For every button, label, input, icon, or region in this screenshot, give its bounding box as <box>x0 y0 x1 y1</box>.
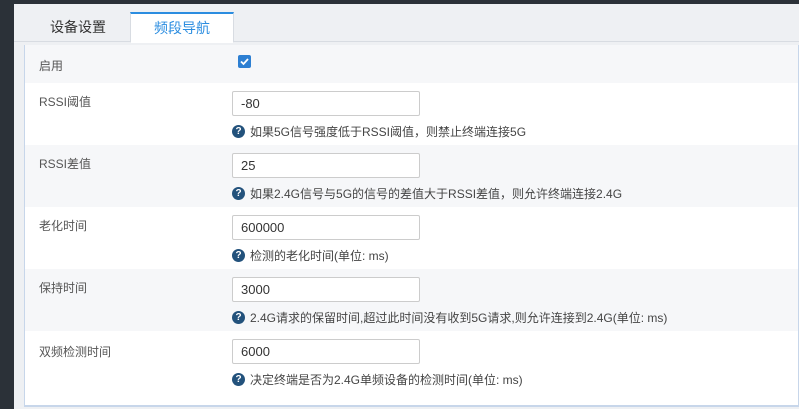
hold-time-help-text: 2.4G请求的保留时间,超过此时间没有收到5G请求,则允许连接到2.4G(单位:… <box>250 311 668 325</box>
form-row-rssi-threshold: RSSI阈值 ? 如果5G信号强度低于RSSI阈值，则禁止终端连接5G <box>25 83 798 145</box>
tab-device-settings[interactable]: 设备设置 <box>26 12 130 43</box>
dual-band-detect-time-input[interactable] <box>232 339 420 364</box>
rssi-diff-help-text: 如果2.4G信号与5G的信号的差值大于RSSI差值，则允许终端连接2.4G <box>250 187 623 201</box>
form-row-enable: 启用 <box>25 45 798 83</box>
hold-time-input[interactable] <box>232 277 420 302</box>
rssi-threshold-help-text: 如果5G信号强度低于RSSI阈值，则禁止终端连接5G <box>250 125 527 139</box>
hold-time-help: ? 2.4G请求的保留时间,超过此时间没有收到5G请求,则允许连接到2.4G(单… <box>232 309 667 326</box>
aging-time-input[interactable] <box>232 215 420 240</box>
dual-band-detect-time-help-text: 决定终端是否为2.4G单频设备的检测时间(单位: ms) <box>250 373 523 387</box>
check-icon <box>240 58 249 66</box>
question-circle-icon: ? <box>232 249 245 262</box>
rssi-diff-help: ? 如果2.4G信号与5G的信号的差值大于RSSI差值，则允许终端连接2.4G <box>232 185 622 202</box>
aging-time-label: 老化时间 <box>39 219 88 233</box>
band-steering-form: 启用 RSSI阈值 ? 如果5G信号强度低于RSSI阈值，则禁止终端连接5G R… <box>24 45 799 407</box>
tab-bar: 设备设置 频段导航 <box>14 4 799 43</box>
form-row-dual-band-detect-time: 双频检测时间 ? 决定终端是否为2.4G单频设备的检测时间(单位: ms) <box>25 331 798 405</box>
rssi-diff-input[interactable] <box>232 153 420 178</box>
dual-band-detect-time-help: ? 决定终端是否为2.4G单频设备的检测时间(单位: ms) <box>232 371 523 388</box>
rssi-threshold-help: ? 如果5G信号强度低于RSSI阈值，则禁止终端连接5G <box>232 123 526 140</box>
enable-label: 启用 <box>39 59 64 73</box>
rssi-threshold-label: RSSI阈值 <box>39 95 92 109</box>
form-row-aging-time: 老化时间 ? 检测的老化时间(单位: ms) <box>25 207 798 269</box>
form-row-hold-time: 保持时间 ? 2.4G请求的保留时间,超过此时间没有收到5G请求,则允许连接到2… <box>25 269 798 331</box>
question-circle-icon: ? <box>232 311 245 324</box>
tab-band-steering[interactable]: 频段导航 <box>130 12 234 43</box>
app-sidebar-strip <box>0 0 14 409</box>
aging-time-help-text: 检测的老化时间(单位: ms) <box>250 249 389 263</box>
hold-time-label: 保持时间 <box>39 281 88 295</box>
question-circle-icon: ? <box>232 125 245 138</box>
settings-panel: 设备设置 频段导航 启用 RSSI阈值 ? 如果5G信号强度低于RSSI阈值，则… <box>14 4 799 409</box>
question-circle-icon: ? <box>232 373 245 386</box>
rssi-threshold-input[interactable] <box>232 91 420 116</box>
question-circle-icon: ? <box>232 187 245 200</box>
enable-checkbox[interactable] <box>238 55 251 68</box>
dual-band-detect-time-label: 双频检测时间 <box>39 345 112 359</box>
aging-time-help: ? 检测的老化时间(单位: ms) <box>232 247 389 264</box>
form-row-rssi-diff: RSSI差值 ? 如果2.4G信号与5G的信号的差值大于RSSI差值，则允许终端… <box>25 145 798 207</box>
rssi-diff-label: RSSI差值 <box>39 157 92 171</box>
